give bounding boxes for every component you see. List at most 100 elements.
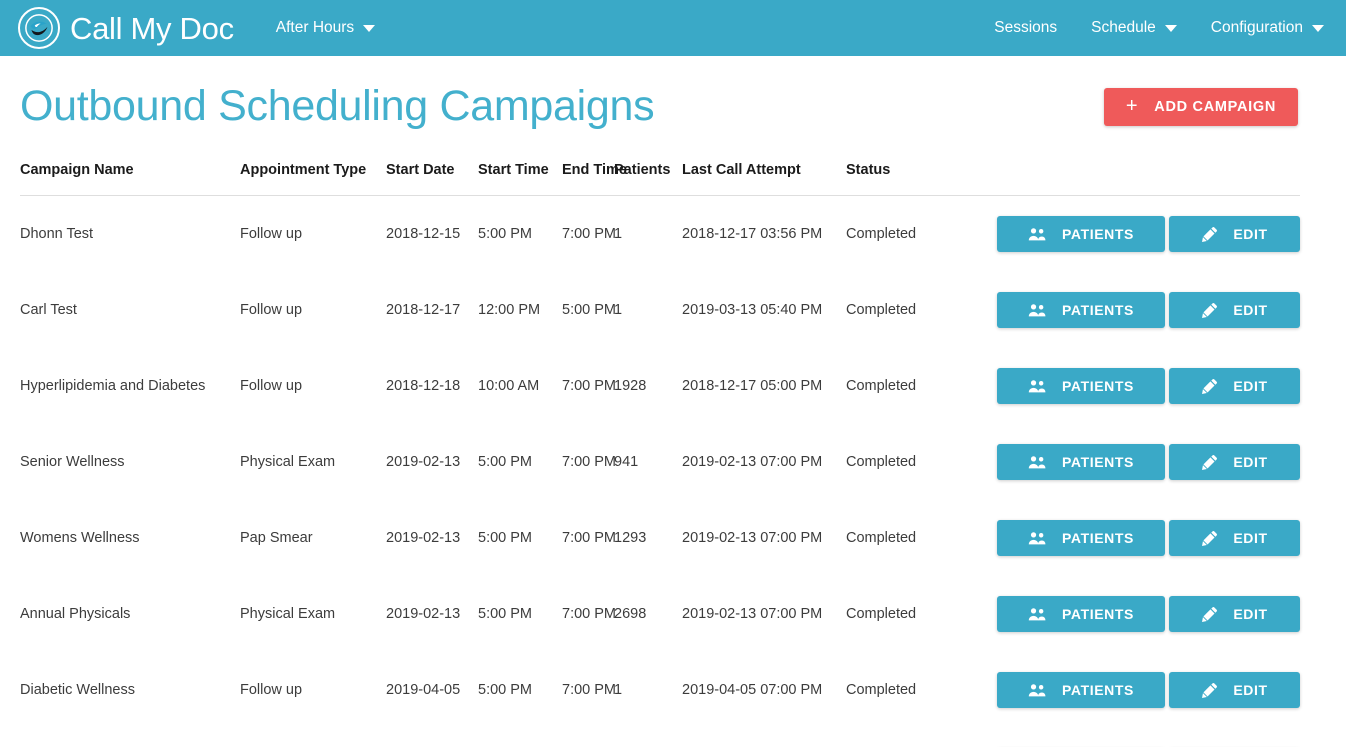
- column-header-end-time: End Time: [562, 162, 627, 179]
- nav-item-sessions[interactable]: Sessions: [994, 19, 1057, 37]
- cell-patients-count: 2698: [614, 606, 647, 623]
- edit-button[interactable]: EDIT: [1169, 520, 1300, 557]
- cell-patients-count: 1293: [614, 530, 647, 547]
- row-action-group: PATIENTS EDIT: [964, 444, 1300, 481]
- nav-item-schedule-label: Schedule: [1091, 19, 1156, 36]
- chevron-down-icon: [1312, 24, 1324, 32]
- patients-button[interactable]: PATIENTS: [997, 672, 1165, 709]
- add-campaign-button[interactable]: + ADD CAMPAIGN: [1103, 87, 1298, 126]
- cell-appointment-type: Follow up: [240, 378, 303, 395]
- cell-start-time: 5:00 PM: [478, 454, 532, 471]
- cell-last-call-attempt: 2019-04-05 07:00 PM: [682, 682, 823, 699]
- edit-button-label: EDIT: [1233, 682, 1268, 699]
- cell-last-call-attempt: 2019-02-13 07:00 PM: [682, 530, 823, 547]
- brand-name: Call My Doc: [70, 10, 234, 46]
- patients-button[interactable]: PATIENTS: [997, 520, 1165, 557]
- people-group-icon: [1028, 455, 1047, 470]
- patients-button-label: PATIENTS: [1062, 606, 1134, 623]
- cell-campaign-name: Diabetic Wellness: [20, 682, 135, 699]
- cell-start-date: 2019-02-13: [386, 606, 461, 623]
- edit-button-label: EDIT: [1233, 454, 1268, 471]
- nav-item-after-hours[interactable]: After Hours: [276, 19, 376, 37]
- edit-button[interactable]: EDIT: [1169, 596, 1300, 633]
- page-header: Outbound Scheduling Campaigns + ADD CAMP…: [20, 56, 1300, 131]
- patients-button-label: PATIENTS: [1062, 530, 1134, 547]
- edit-button[interactable]: EDIT: [1169, 216, 1300, 253]
- cell-campaign-name: testing: [20, 728, 240, 747]
- table-row: Dhonn Test Follow up 2018-12-15 5:00 PM 7:00…: [20, 196, 1300, 273]
- cell-status: Completed: [846, 378, 917, 395]
- brand-home-link[interactable]: Call My Doc: [18, 7, 234, 49]
- patients-button-label: PATIENTS: [1062, 302, 1134, 319]
- cell-status: Completed: [846, 530, 917, 547]
- cell-start-time: 10:00 AM: [478, 378, 540, 395]
- people-group-icon: [1028, 683, 1047, 698]
- cell-campaign-name: Carl Test: [20, 302, 77, 319]
- cell-start-time: 5:00 PM: [478, 226, 532, 243]
- nav-right-group: Sessions Schedule Configuration: [994, 19, 1324, 37]
- cell-actions: PATIENTS EDIT: [964, 272, 1300, 348]
- edit-button[interactable]: EDIT: [1169, 292, 1300, 329]
- row-action-group: PATIENTS EDIT: [964, 292, 1300, 329]
- patients-button[interactable]: PATIENTS: [997, 596, 1165, 633]
- nav-item-schedule[interactable]: Schedule: [1091, 19, 1177, 37]
- cell-start-date: 2019-02-13: [386, 530, 461, 547]
- cell-start-time: 12:00 PM: [478, 302, 541, 319]
- cell-actions: PATIENTS EDIT: [964, 576, 1300, 652]
- patients-button[interactable]: PATIENTS: [997, 216, 1165, 253]
- pencil-icon: [1201, 530, 1218, 547]
- nav-item-configuration[interactable]: Configuration: [1211, 19, 1324, 37]
- column-header-start-time: Start Time: [478, 162, 549, 179]
- cell-status: Completed: [846, 682, 917, 699]
- people-group-icon: [1028, 303, 1047, 318]
- cell-patients-count: 941: [614, 454, 639, 471]
- cell-start-date: 2019-04-11: [386, 728, 478, 747]
- plus-icon: +: [1125, 94, 1139, 117]
- people-group-icon: [1028, 227, 1047, 242]
- patients-button[interactable]: PATIENTS: [997, 444, 1165, 481]
- cell-last-call-attempt: 2019-03-13 05:40 PM: [682, 302, 823, 319]
- cell-last-call-attempt: 2019-02-13 07:00 PM: [682, 606, 823, 623]
- table-row: Womens Wellness Pap Smear 2019-02-13 5:00 P…: [20, 500, 1300, 576]
- edit-button[interactable]: EDIT: [1169, 672, 1300, 709]
- row-action-group: PATIENTS EDIT: [964, 596, 1300, 633]
- cell-status: Completed: [846, 454, 917, 471]
- patients-button-label: PATIENTS: [1062, 378, 1134, 395]
- cell-campaign-name: Hyperlipidemia and Diabetes: [20, 378, 206, 395]
- row-action-group: PATIENTS EDIT: [964, 216, 1300, 253]
- cell-patients-count: 1: [614, 728, 682, 747]
- patients-button-label: PATIENTS: [1062, 454, 1134, 471]
- cell-patients-count: 1: [614, 302, 623, 319]
- page-title: Outbound Scheduling Campaigns: [20, 82, 655, 130]
- cell-actions: PATIENTS EDIT: [964, 348, 1300, 424]
- edit-button-label: EDIT: [1233, 606, 1268, 623]
- people-group-icon: [1028, 607, 1047, 622]
- pencil-icon: [1201, 454, 1218, 471]
- campaigns-table: Campaign Name Appointment Type Start Dat…: [20, 162, 1300, 747]
- edit-button[interactable]: EDIT: [1169, 444, 1300, 481]
- pencil-icon: [1201, 378, 1218, 395]
- cell-start-date: 2019-02-13: [386, 454, 461, 471]
- table-header-row: Campaign Name Appointment Type Start Dat…: [20, 162, 1300, 196]
- cell-actions: PATIENTS EDIT: [964, 424, 1300, 500]
- cell-last-call-attempt: 2019-02-13 07:00 PM: [682, 454, 823, 471]
- patients-button[interactable]: PATIENTS: [997, 368, 1165, 405]
- chevron-down-icon: [363, 24, 376, 32]
- edit-button-label: EDIT: [1233, 378, 1268, 395]
- cell-actions: PATIENTS EDIT: [964, 196, 1300, 273]
- cell-appointment-type: Follow up: [240, 728, 386, 747]
- column-header-appointment-type: Appointment Type: [240, 162, 367, 179]
- table-row: Hyperlipidemia and Diabetes Follow up 2018…: [20, 348, 1300, 424]
- cell-status: Completed: [846, 226, 917, 243]
- edit-button-label: EDIT: [1233, 530, 1268, 547]
- edit-button[interactable]: EDIT: [1169, 368, 1300, 405]
- cell-status: Completed: [846, 606, 917, 623]
- nav-item-sessions-label: Sessions: [994, 19, 1058, 36]
- campaigns-table-container: Campaign Name Appointment Type Start Dat…: [20, 162, 1300, 747]
- top-navigation-bar: Call My Doc After Hours Sessions Schedul…: [0, 0, 1346, 56]
- patients-button[interactable]: PATIENTS: [997, 292, 1165, 329]
- cell-end-time: 7:00 PM: [562, 728, 614, 747]
- row-action-group: PATIENTS EDIT: [964, 672, 1300, 709]
- page-content: Outbound Scheduling Campaigns + ADD CAMP…: [0, 56, 1346, 747]
- cell-end-time: 7:00 PM: [562, 606, 616, 623]
